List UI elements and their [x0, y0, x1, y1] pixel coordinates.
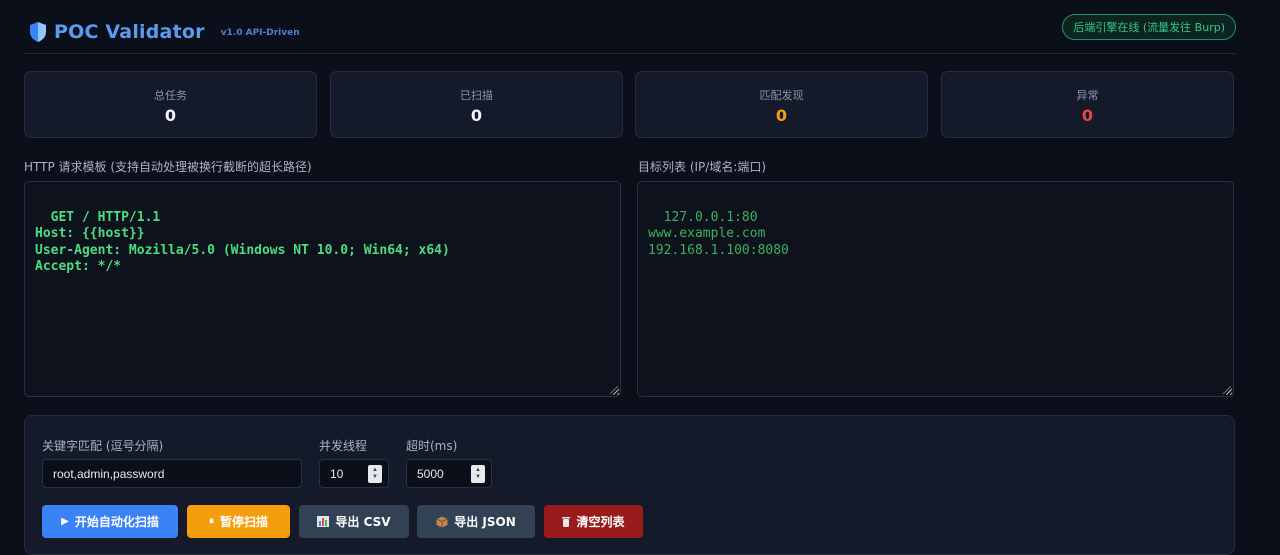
stat-value: 0	[775, 106, 788, 125]
app-title: POC Validator	[54, 20, 205, 43]
target-list-label: 目标列表 (IP/域名:端口)	[638, 160, 767, 174]
timeout-value: 5000	[417, 466, 444, 481]
stat-label: 总任务	[154, 89, 187, 102]
resize-handle-icon[interactable]	[608, 384, 618, 394]
request-template-editor[interactable]: GET / HTTP/1.1 Host: {{host}} User-Agent…	[24, 181, 621, 397]
request-template-label: HTTP 请求模板 (支持自动处理被换行截断的超长路径)	[24, 160, 312, 174]
backend-status-badge: 后端引擎在线 (流量发往 Burp)	[1062, 14, 1236, 40]
pause-icon: ⏸	[208, 516, 214, 527]
start-scan-button[interactable]: ▶ 开始自动化扫描	[42, 505, 178, 538]
stepper-up-icon[interactable]: ▲	[475, 467, 481, 474]
export-csv-label: 导出 CSV	[335, 515, 391, 529]
stepper-up-icon[interactable]: ▲	[372, 467, 378, 474]
bar-chart-icon	[317, 516, 330, 527]
timeout-label: 超时(ms)	[406, 439, 458, 453]
stat-card-errors: 异常 0	[941, 71, 1234, 138]
export-json-button[interactable]: 导出 JSON	[417, 505, 535, 538]
stat-value: 0	[1081, 106, 1094, 125]
target-list-editor[interactable]: 127.0.0.1:80 www.example.com 192.168.1.1…	[637, 181, 1234, 397]
start-scan-label: 开始自动化扫描	[74, 515, 159, 529]
trash-icon	[562, 517, 571, 527]
stat-value: 0	[470, 106, 483, 125]
app-header: POC Validator v1.0 API-Driven 后端引擎在线 (流量…	[24, 10, 1236, 54]
resize-handle-icon[interactable]	[1221, 384, 1231, 394]
clear-list-button[interactable]: 清空列表	[544, 505, 643, 538]
stat-card-scanned: 已扫描 0	[330, 71, 623, 138]
target-list-text[interactable]: 127.0.0.1:80 www.example.com 192.168.1.1…	[648, 210, 789, 258]
stat-value: 0	[164, 106, 177, 125]
shield-icon	[30, 21, 46, 42]
keywords-input[interactable]: root,admin,password	[42, 459, 302, 488]
export-json-label: 导出 JSON	[454, 515, 516, 529]
export-csv-button[interactable]: 导出 CSV	[299, 505, 409, 538]
play-icon: ▶	[61, 516, 69, 527]
keywords-value: root,admin,password	[53, 466, 165, 481]
keywords-label: 关键字匹配 (逗号分隔)	[42, 439, 164, 453]
stat-card-matches: 匹配发现 0	[635, 71, 928, 138]
request-template-text[interactable]: GET / HTTP/1.1 Host: {{host}} User-Agent…	[35, 210, 450, 275]
timeout-stepper[interactable]: ▲ ▼	[471, 465, 485, 483]
version-label: v1.0 API-Driven	[220, 27, 300, 38]
pause-scan-label: 暂停扫描	[219, 515, 268, 529]
stat-label: 已扫描	[460, 89, 493, 102]
stat-label: 匹配发现	[759, 89, 804, 102]
stepper-down-icon[interactable]: ▼	[475, 474, 481, 481]
threads-input[interactable]: 10 ▲ ▼	[319, 459, 389, 488]
threads-label: 并发线程	[319, 439, 368, 453]
pause-scan-button[interactable]: ⏸ 暂停扫描	[187, 505, 290, 538]
timeout-input[interactable]: 5000 ▲ ▼	[406, 459, 492, 488]
stepper-down-icon[interactable]: ▼	[372, 474, 378, 481]
threads-stepper[interactable]: ▲ ▼	[368, 465, 382, 483]
package-icon	[436, 516, 448, 527]
stat-card-total: 总任务 0	[24, 71, 317, 138]
clear-list-label: 清空列表	[576, 515, 625, 529]
stat-label: 异常	[1076, 89, 1099, 102]
threads-value: 10	[330, 466, 344, 481]
scan-controls-panel: 关键字匹配 (逗号分隔) root,admin,password 并发线程 10…	[24, 415, 1235, 555]
